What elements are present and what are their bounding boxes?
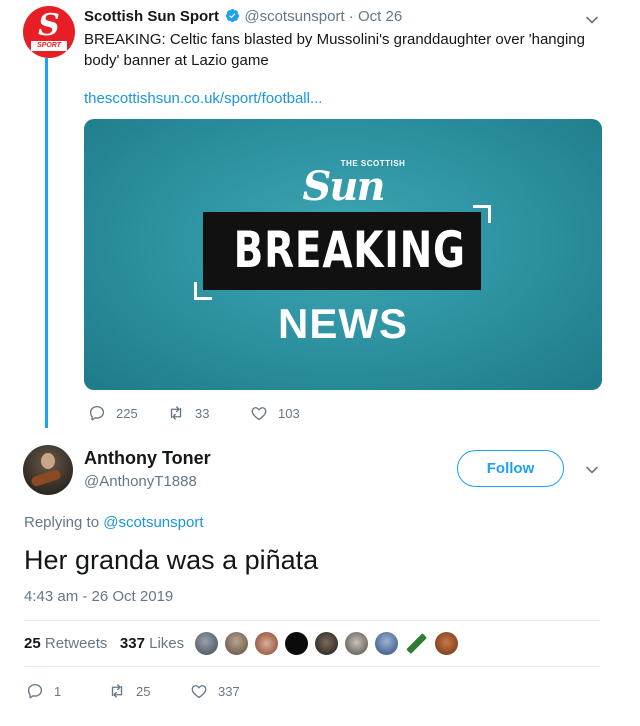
retweet-count: 33: [195, 405, 210, 421]
like-action[interactable]: 103: [250, 404, 300, 422]
parent-display-name[interactable]: Scottish Sun Sport: [84, 8, 219, 25]
parent-tweet-text: BREAKING: Celtic fans blasted by Mussoli…: [84, 31, 585, 69]
likes-stat-label: Likes: [149, 635, 185, 652]
avatar-face: [41, 453, 55, 469]
like-action[interactable]: 337: [190, 682, 240, 700]
chevron-down-icon[interactable]: [584, 462, 600, 478]
reply-display-name[interactable]: Anthony Toner: [84, 448, 211, 469]
follow-button[interactable]: Follow: [457, 450, 564, 487]
reply-icon: [89, 405, 105, 421]
news-text: NEWS: [278, 300, 408, 347]
retweet-action[interactable]: 25: [108, 682, 150, 700]
liker-avatar[interactable]: [284, 631, 309, 656]
retweet-icon: [111, 684, 123, 698]
sun-logo-wordmark: Sun: [302, 163, 385, 210]
parent-date[interactable]: Oct 26: [358, 8, 402, 25]
divider: [24, 666, 600, 667]
retweets-stat-label: Retweets: [44, 635, 108, 652]
parent-tweet-link[interactable]: thescottishsun.co.uk/sport/football...: [84, 90, 322, 107]
reply-handle[interactable]: @AnthonyT1888: [84, 473, 197, 490]
verified-badge-icon: [226, 8, 240, 23]
reply-action[interactable]: 225: [88, 404, 138, 422]
liker-avatar[interactable]: [254, 631, 279, 656]
reply-avatar[interactable]: [23, 445, 73, 495]
parent-tweet-header: Scottish Sun Sport @scotsunsport · Oct 2…: [84, 8, 600, 25]
liker-avatar[interactable]: [434, 631, 459, 656]
liker-avatar[interactable]: [404, 631, 429, 656]
chevron-down-icon[interactable]: [584, 12, 600, 28]
divider: [24, 620, 600, 621]
replying-prefix: Replying to: [24, 514, 100, 531]
reply-count: 1: [54, 683, 62, 699]
breaking-text: BREAKING: [233, 221, 466, 279]
liker-avatar[interactable]: [314, 631, 339, 656]
avatar-guitar: [30, 468, 62, 488]
parent-avatar[interactable]: S SPORT: [23, 6, 75, 58]
frame-corner-bottom-left: [194, 282, 212, 300]
reply-timestamp[interactable]: 4:43 am - 26 Oct 2019: [24, 588, 173, 605]
retweet-count: 25: [136, 683, 151, 699]
avatar-logo-caption: SPORT: [31, 41, 67, 51]
likes-stat[interactable]: 337 Likes: [120, 635, 184, 652]
reply-count: 225: [116, 405, 138, 421]
link-preview-card[interactable]: THE SCOTTISH Sun BREAKING NEWS: [84, 119, 602, 390]
thread-connector-line: [45, 58, 48, 428]
header-separator: ·: [348, 8, 354, 25]
liker-avatar[interactable]: [374, 631, 399, 656]
like-count: 103: [278, 405, 300, 421]
retweets-stat[interactable]: 25 Retweets: [24, 635, 107, 652]
reply-tweet-text: Her granda was a piñata: [24, 545, 319, 575]
breaking-banner: BREAKING: [203, 212, 481, 290]
liker-avatar[interactable]: [344, 631, 369, 656]
reply-action[interactable]: 1: [26, 682, 61, 700]
heart-icon: [251, 407, 267, 421]
likes-stat-count: 337: [119, 635, 145, 652]
retweet-action[interactable]: 33: [167, 404, 209, 422]
reply-icon: [27, 683, 43, 699]
sun-logo: THE SCOTTISH Sun: [84, 159, 602, 210]
retweets-stat-count: 25: [24, 635, 41, 652]
parent-handle[interactable]: @scotsunsport: [244, 8, 344, 25]
heart-icon: [191, 685, 207, 699]
retweet-icon: [170, 406, 182, 420]
liker-avatar[interactable]: [224, 631, 249, 656]
like-count: 337: [218, 683, 240, 699]
engagement-stats: 25 Retweets 337 Likes: [24, 635, 184, 652]
avatar-logo-letter: S: [38, 8, 60, 43]
replying-to-line: Replying to @scotsunsport: [24, 514, 204, 531]
liker-avatar[interactable]: [194, 631, 219, 656]
replying-mention[interactable]: @scotsunsport: [103, 514, 203, 531]
